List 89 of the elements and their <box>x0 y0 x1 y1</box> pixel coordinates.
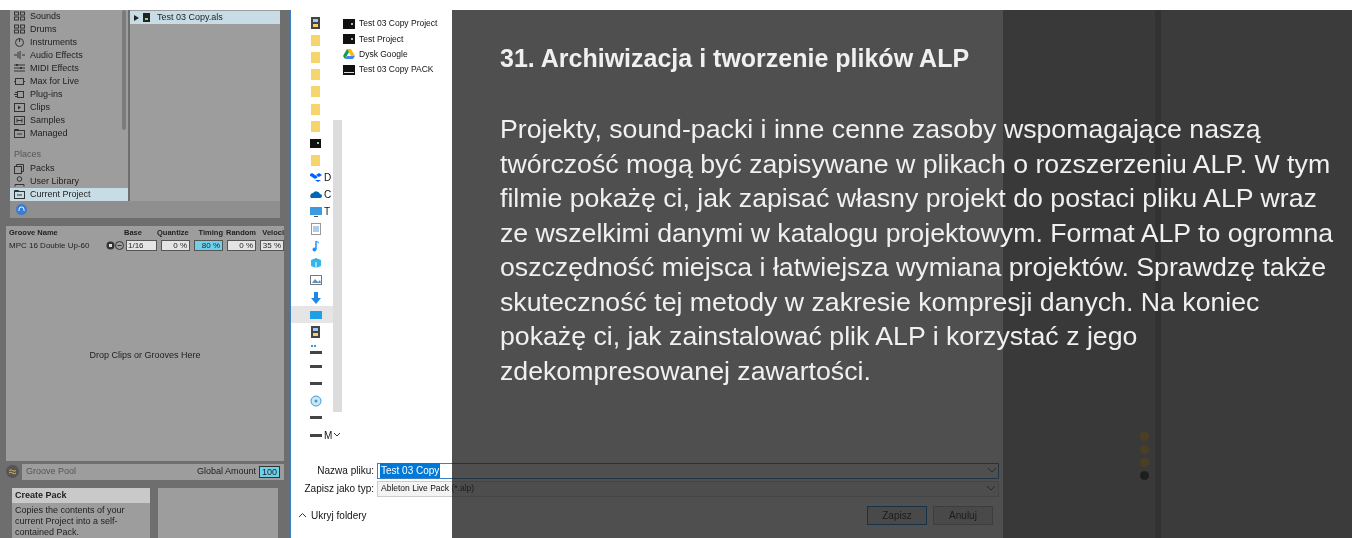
file-row[interactable]: Test 03 Copy.als <box>130 11 280 24</box>
file-name[interactable]: Test 03 Copy PACK <box>359 63 434 76</box>
folder-icon <box>343 32 355 45</box>
folder-icon <box>310 33 322 46</box>
value-field[interactable]: 0 % <box>227 240 256 252</box>
grid-icon <box>14 11 25 22</box>
play-icon <box>14 102 25 113</box>
folder-icon <box>14 189 25 200</box>
chevron-up-icon <box>299 512 306 518</box>
folder-icon <box>310 68 322 81</box>
user-icon <box>14 176 25 187</box>
base-dropdown[interactable]: 1/16 <box>126 240 157 252</box>
film-icon <box>310 16 322 29</box>
sliders-icon <box>14 63 25 74</box>
scrollbar[interactable] <box>122 10 126 130</box>
browser-item[interactable]: Max for Live <box>10 75 128 88</box>
drive-icon <box>310 416 322 420</box>
amount-field[interactable]: 100 <box>258 465 280 478</box>
folder-icon <box>310 136 322 149</box>
nav-item[interactable]: M <box>291 426 341 444</box>
browser-item[interactable]: Drums <box>10 23 128 36</box>
folder-icon <box>343 17 355 30</box>
nav-item[interactable]: C <box>291 185 333 204</box>
value-field[interactable]: 80 % <box>194 240 223 252</box>
file-name[interactable]: Test 03 Copy Project <box>359 17 438 30</box>
file-name[interactable]: Test Project <box>359 32 404 46</box>
nav-item[interactable]: T <box>291 203 333 221</box>
headphones-icon[interactable] <box>16 203 27 215</box>
folder-icon <box>14 128 25 139</box>
drive-icon <box>310 364 322 368</box>
music-note-icon <box>310 240 322 253</box>
drive-icon <box>310 382 322 386</box>
cube-icon <box>310 257 322 270</box>
browser-item[interactable]: MIDI Effects <box>10 62 128 75</box>
groove-icon[interactable] <box>6 465 19 479</box>
section-heading: Places <box>14 149 41 160</box>
info-text: Copies the contents of your current Project into a self-contained Pack. <box>14 504 126 538</box>
field-label: Nazwa pliku: <box>316 464 375 478</box>
browser-item[interactable]: Managed <box>10 127 128 140</box>
stack-icon <box>14 163 25 174</box>
folder-icon <box>310 102 322 115</box>
browser-item[interactable]: Current Project <box>10 188 128 201</box>
plug-icon <box>14 89 25 100</box>
disc-icon <box>310 394 322 407</box>
triangle-right-icon <box>134 14 139 21</box>
hide-folders-button[interactable]: Ukryj foldery <box>299 507 367 523</box>
value-field[interactable]: 0 % <box>161 240 190 252</box>
info-title: Create Pack <box>12 487 150 503</box>
network-drive-icon <box>310 344 322 354</box>
down-arrow-icon <box>310 291 322 304</box>
browser-item[interactable]: Samples <box>10 114 128 127</box>
browser-item[interactable]: Packs <box>10 162 128 175</box>
global-amount-label: Global Amount <box>196 464 256 478</box>
field-label: Zapisz jako typ: <box>303 482 375 496</box>
panel-title: Groove Pool <box>26 464 77 478</box>
file-icon <box>143 13 150 22</box>
cloud-icon <box>310 188 322 201</box>
nav-item[interactable]: D <box>291 168 333 186</box>
power-icon <box>14 37 25 48</box>
browser-item[interactable]: Plug-ins <box>10 88 128 101</box>
table-cell-text: MPC 16 Double Up-60 <box>8 239 91 252</box>
browser-item[interactable]: Sounds <box>10 10 128 23</box>
pack-icon <box>343 63 355 76</box>
drop-hint: Drop Clips or Grooves Here <box>89 349 201 363</box>
browser-item[interactable]: Instruments <box>10 36 128 49</box>
drive-icon <box>310 433 322 437</box>
film-icon <box>310 325 322 338</box>
triangle-icon <box>343 48 355 61</box>
desktop-icon <box>310 310 322 319</box>
plug-icon <box>14 76 25 87</box>
browser-item[interactable]: Audio Effects <box>10 49 128 62</box>
value-field[interactable]: 35 % <box>260 240 284 252</box>
monitor-icon <box>310 205 322 218</box>
folder-icon <box>310 85 322 98</box>
folder-icon <box>310 119 322 132</box>
picture-icon <box>310 274 322 287</box>
file-name[interactable]: Dysk Google <box>359 47 408 61</box>
document-icon <box>310 222 322 235</box>
samples-icon <box>14 115 25 126</box>
browser-item[interactable]: User Library <box>10 175 128 188</box>
scrollbar[interactable] <box>333 120 342 412</box>
grid-icon <box>14 24 25 35</box>
lesson-description: Projekty, sound-packi i inne cenne zasoby wspomagające naszą twórczość mogą być zapisywane w plikach o rozszerzeniu ALP. W tym filmie pokażę ci, jak zapisać własny projekt do postaci pliku ALP wraz ze wszelkimi danymi w katalogu projektowym. Format ALP to ogromna oszczędność miejsca i łatwiejsza wymiana projektów. Sprawdzę także skuteczność tej metody w zakresie kompresji danych. Na koniec pokażę ci, jak zainstalować plik ALP i korzystać z jego zdekompresowanej zawartości. <box>500 113 1335 388</box>
lesson-title: 31. Archiwizacja i tworzenie plików ALP <box>500 44 970 72</box>
folder-icon <box>310 154 322 167</box>
save-icon[interactable] <box>106 241 115 251</box>
folder-icon <box>310 50 322 63</box>
dropbox-icon <box>310 171 322 184</box>
browser-item[interactable]: Clips <box>10 101 128 114</box>
